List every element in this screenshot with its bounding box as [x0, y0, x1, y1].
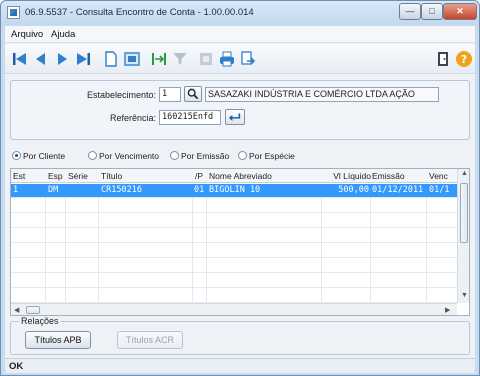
radio-label: Por Espécie [249, 151, 295, 161]
menu-arquivo[interactable]: Arquivo [11, 29, 43, 40]
minimize-button[interactable]: — [399, 3, 421, 20]
grid-body: 1 DM CR150216 01 BIGOLIN 10 500,00 01/12… [11, 184, 457, 315]
scroll-right-icon[interactable]: ▶ [445, 306, 450, 314]
radio-dot [12, 151, 21, 160]
titles-grid[interactable]: Est Esp Série Título /P Nome Abreviado V… [10, 168, 470, 316]
print-icon[interactable] [218, 50, 236, 68]
vertical-scroll-thumb[interactable] [460, 183, 468, 243]
estabelecimento-input[interactable]: 1 [159, 87, 181, 102]
goto-icon[interactable] [150, 50, 168, 68]
col-serie[interactable]: Série [68, 171, 88, 181]
svg-text:?: ? [461, 53, 467, 66]
toolbar: ? [5, 44, 475, 74]
table-row[interactable] [11, 229, 457, 243]
titulos-apb-button[interactable]: Títulos APB [25, 331, 91, 349]
cell-nome: BIGOLIN 10 [209, 185, 261, 195]
next-record-icon[interactable] [53, 50, 71, 68]
referencia-input[interactable]: 160215Enfd [159, 110, 221, 125]
radio-por-emissao[interactable]: Por Emissão [170, 151, 229, 161]
table-row[interactable] [11, 214, 457, 228]
new-document-icon[interactable] [102, 50, 120, 68]
previous-record-icon[interactable] [32, 50, 50, 68]
table-row[interactable] [11, 199, 457, 213]
help-icon[interactable]: ? [455, 50, 473, 68]
col-nome-abreviado[interactable]: Nome Abreviado [209, 171, 272, 181]
settings-icon[interactable] [197, 50, 215, 68]
app-icon [7, 6, 20, 19]
enter-button[interactable] [225, 109, 245, 125]
table-row[interactable] [11, 244, 457, 258]
col-parcela[interactable]: /P [195, 171, 203, 181]
relations-label: Relações [19, 316, 61, 326]
last-record-icon[interactable] [74, 50, 92, 68]
radio-label: Por Emissão [181, 151, 230, 161]
radio-dot [238, 151, 247, 160]
menu-bar: Arquivo Ajuda [5, 26, 475, 43]
col-venc[interactable]: Venc [429, 171, 448, 181]
cell-parcela: 01 [194, 185, 205, 195]
cell-venc: 01/1 [429, 185, 450, 195]
cell-est: 1 [13, 185, 19, 195]
table-row[interactable] [11, 259, 457, 273]
header-panel: Estabelecimento: 1 SASAZAKI INDÚSTRIA E … [10, 80, 470, 140]
menu-ajuda[interactable]: Ajuda [51, 29, 75, 40]
app-window: 06.9.5537 - Consulta Encontro de Conta -… [0, 0, 480, 376]
grid-header: Est Esp Série Título /P Nome Abreviado V… [11, 169, 457, 183]
table-row[interactable] [11, 274, 457, 288]
col-titulo[interactable]: Título [101, 171, 122, 181]
radio-dot [170, 151, 179, 160]
view-record-icon[interactable] [123, 50, 141, 68]
exit-door-icon[interactable] [434, 50, 452, 68]
cell-titulo: CR150216 [101, 185, 142, 195]
horizontal-scrollbar[interactable]: ◀ ▶ [11, 303, 457, 315]
filter-icon[interactable] [171, 50, 189, 68]
search-button[interactable] [184, 86, 202, 102]
cell-vl-liquido: 500,00 [338, 185, 369, 195]
empresa-nome-field: SASAZAKI INDÚSTRIA E COMÉRCIO LTDA AÇÃO [205, 87, 439, 102]
radio-label: Por Cliente [23, 151, 66, 161]
scroll-down-icon[interactable]: ▼ [461, 292, 468, 299]
table-row[interactable] [11, 289, 457, 303]
radio-label: Por Vencimento [99, 151, 160, 161]
scroll-up-icon[interactable]: ▲ [461, 170, 468, 177]
cell-emissao: 01/12/2011 [372, 185, 424, 195]
radio-por-especie[interactable]: Por Espécie [238, 151, 295, 161]
status-text: OK [9, 361, 24, 372]
scroll-left-icon[interactable]: ◀ [14, 306, 19, 314]
close-button[interactable]: ✕ [443, 3, 477, 20]
relations-group: Relações Títulos APB Títulos ACR [10, 316, 470, 355]
col-emissao[interactable]: Emissão [372, 171, 405, 181]
estabelecimento-label: Estabelecimento: [86, 90, 156, 100]
window-title: 06.9.5537 - Consulta Encontro de Conta -… [25, 7, 254, 18]
title-bar: 06.9.5537 - Consulta Encontro de Conta -… [1, 1, 479, 25]
radio-dot [88, 151, 97, 160]
status-bar: OK [5, 358, 475, 373]
sort-options: Por Cliente Por Vencimento Por Emissão P… [10, 148, 470, 164]
table-row[interactable]: 1 DM CR150216 01 BIGOLIN 10 500,00 01/12… [11, 184, 457, 198]
col-esp[interactable]: Esp [48, 171, 63, 181]
maximize-button[interactable]: □ [421, 3, 443, 20]
radio-por-vencimento[interactable]: Por Vencimento [88, 151, 159, 161]
client-area: Arquivo Ajuda ? Estabelecimento: 1 SASAZ… [5, 26, 475, 373]
radio-por-cliente[interactable]: Por Cliente [12, 151, 65, 161]
titulos-acr-button[interactable]: Títulos ACR [117, 331, 183, 349]
referencia-label: Referência: [109, 113, 156, 123]
export-icon[interactable] [239, 50, 257, 68]
col-est[interactable]: Est [13, 171, 25, 181]
vertical-scrollbar[interactable]: ▲ ▼ [457, 169, 469, 303]
first-record-icon[interactable] [11, 50, 29, 68]
horizontal-scroll-thumb[interactable] [26, 306, 40, 314]
cell-esp: DM [48, 185, 59, 195]
col-vl-liquido[interactable]: Vl Líquido [321, 171, 371, 181]
